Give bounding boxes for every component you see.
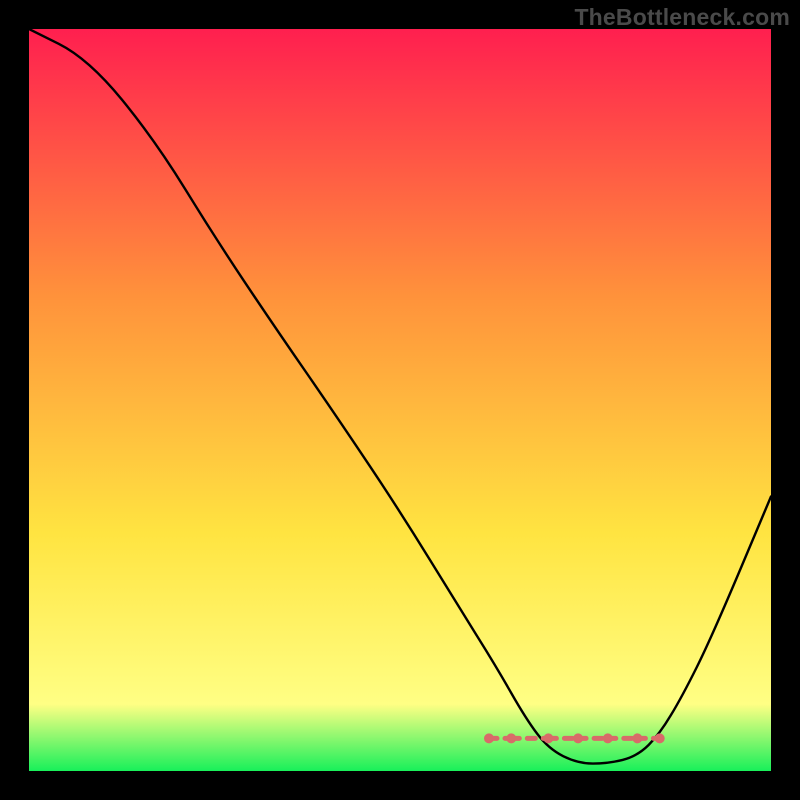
- watermark-text: TheBottleneck.com: [574, 4, 790, 31]
- chart-svg: [29, 29, 771, 771]
- chart-frame: TheBottleneck.com: [0, 0, 800, 800]
- optimal-band-marker: [655, 733, 665, 743]
- plot-area: [29, 29, 771, 771]
- gradient-background: [29, 29, 771, 771]
